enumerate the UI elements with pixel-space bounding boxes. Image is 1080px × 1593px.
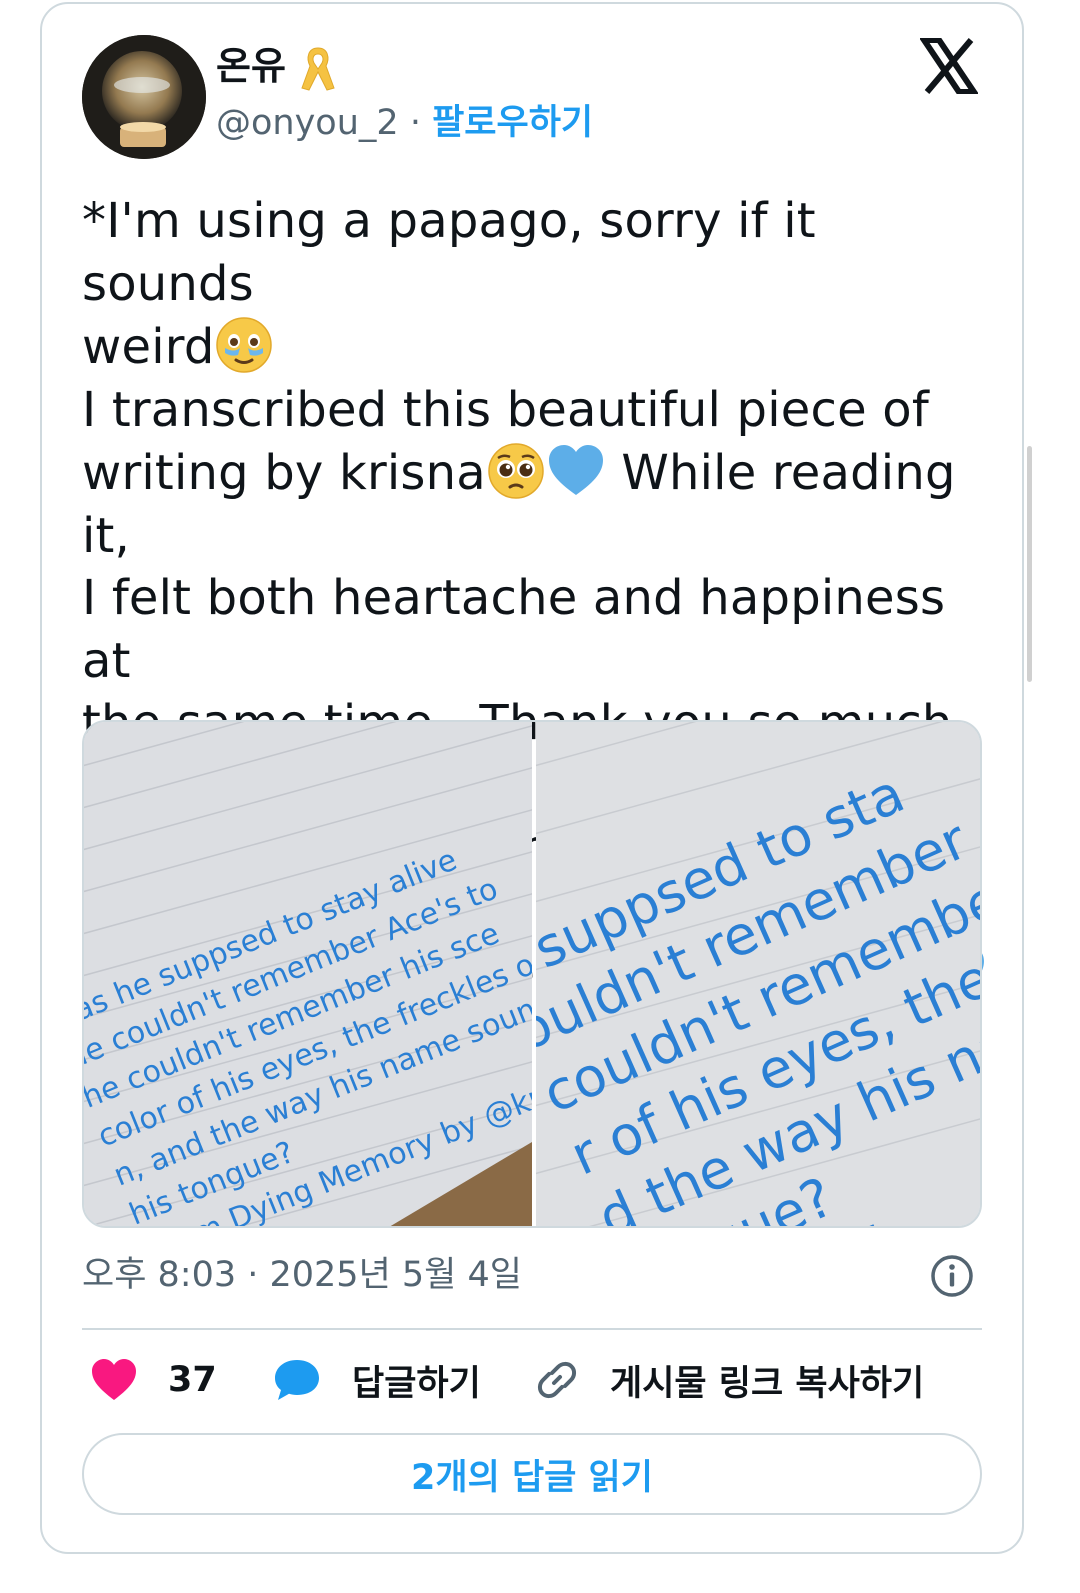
follow-button[interactable]: 팔로우하기 <box>432 103 593 143</box>
info-icon[interactable] <box>930 1254 974 1298</box>
copy-link-label: 게시물 링크 복사하기 <box>610 1363 925 1404</box>
media-grid: was he suppsed to stay alive he couldn't … <box>82 720 982 1228</box>
reply-button[interactable]: 답글하기 <box>272 1350 481 1410</box>
like-count: 37 <box>168 1360 217 1400</box>
copy-link-button[interactable]: 게시물 링크 복사하기 <box>534 1350 924 1410</box>
scrollbar[interactable] <box>1027 446 1032 682</box>
photo-left[interactable]: was he suppsed to stay alive he couldn't … <box>84 722 532 1226</box>
display-name[interactable]: 온유 <box>216 40 286 92</box>
read-replies-button[interactable]: 2개의 답글 읽기 <box>82 1433 982 1515</box>
photo-right[interactable]: e suppsed to staouldn't remember Acouldn… <box>536 722 980 1226</box>
x-logo-icon[interactable] <box>920 38 978 94</box>
like-button[interactable]: 37 <box>90 1350 217 1410</box>
timestamp[interactable]: 오후 8:03 · 2025년 5월 4일 <box>82 1250 522 1300</box>
blue-heart-emoji <box>546 441 606 501</box>
heart-icon <box>92 1359 136 1400</box>
tweet-text-segment: *I'm using a papago, sorry if it sounds … <box>82 193 816 375</box>
pleading-face-emoji <box>486 441 546 501</box>
handle-row: @onyou_2 · 팔로우하기 <box>216 98 593 148</box>
speech-bubble-icon <box>275 1360 319 1400</box>
divider <box>82 1328 982 1330</box>
yellow-ribbon-icon <box>301 47 335 91</box>
avatar[interactable] <box>82 35 206 159</box>
separator-dot: · <box>409 103 421 143</box>
crying-face-emoji <box>214 315 274 375</box>
author-handle[interactable]: @onyou_2 <box>216 103 399 143</box>
reply-label: 답글하기 <box>352 1363 481 1404</box>
action-bar: 37 답글하기 게시물 링크 복사하기 <box>82 1350 982 1410</box>
link-icon <box>537 1361 577 1399</box>
